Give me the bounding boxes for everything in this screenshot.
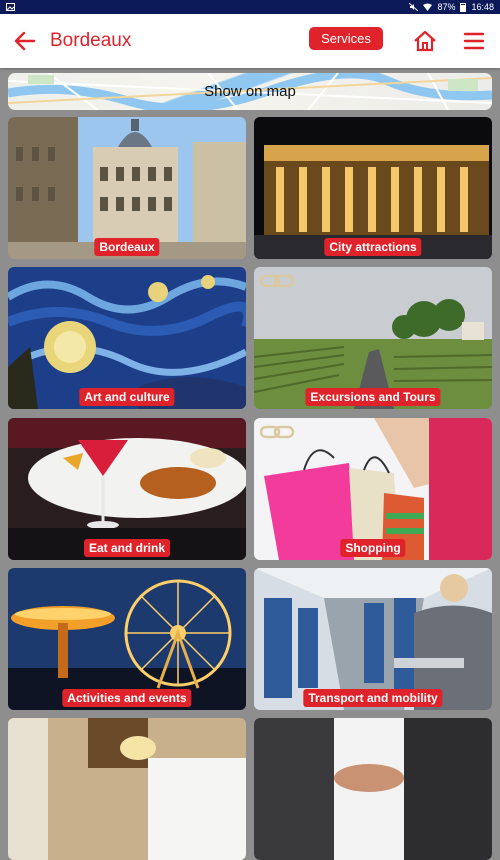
back-arrow-icon[interactable] — [12, 28, 38, 54]
tile-city-attractions[interactable]: City attractions — [254, 117, 492, 259]
battery-icon — [460, 2, 467, 12]
tile-label: Eat and drink — [83, 539, 171, 557]
tile-art-and-culture[interactable]: Art and culture — [8, 267, 246, 409]
tile-label: Bordeaux — [94, 238, 160, 256]
tile-label: Activities and events — [62, 689, 192, 707]
status-bar: 87% 16:48 — [0, 0, 500, 14]
show-on-map-banner[interactable]: Show on map — [8, 73, 492, 110]
tile-bordeaux[interactable]: Bordeaux — [8, 117, 246, 259]
hamburger-menu-icon[interactable] — [462, 29, 486, 53]
clock: 16:48 — [471, 2, 494, 12]
page-title: Bordeaux — [50, 30, 132, 51]
tile-transport-and-mobility[interactable]: Transport and mobility — [254, 568, 492, 710]
tile-activities-and-events[interactable]: Activities and events — [8, 568, 246, 710]
handshake-photo — [254, 718, 492, 860]
tile-label: Shopping — [340, 539, 406, 557]
tile-label: Art and culture — [79, 388, 175, 406]
show-on-map-label: Show on map — [204, 83, 296, 100]
mute-icon — [409, 2, 419, 12]
tile-eat-and-drink[interactable]: Eat and drink — [8, 418, 246, 560]
image-notification-icon — [6, 3, 15, 11]
wifi-icon — [423, 3, 433, 11]
services-button[interactable]: Services — [309, 27, 383, 50]
tile-shopping[interactable]: Shopping — [254, 418, 492, 560]
tile-excursions-and-tours[interactable]: Excursions and Tours — [254, 267, 492, 409]
hotel-room-photo — [8, 718, 246, 860]
link-icon — [260, 425, 295, 439]
battery-percent: 87% — [437, 2, 456, 12]
tile-business[interactable] — [254, 718, 492, 860]
tile-label: City attractions — [324, 238, 422, 256]
tile-label: Excursions and Tours — [305, 388, 441, 406]
tile-accommodation[interactable] — [8, 718, 246, 860]
home-icon[interactable] — [412, 28, 438, 54]
link-icon — [260, 274, 295, 288]
app-bar: Bordeaux Services — [0, 14, 500, 68]
tile-label: Transport and mobility — [303, 689, 443, 707]
